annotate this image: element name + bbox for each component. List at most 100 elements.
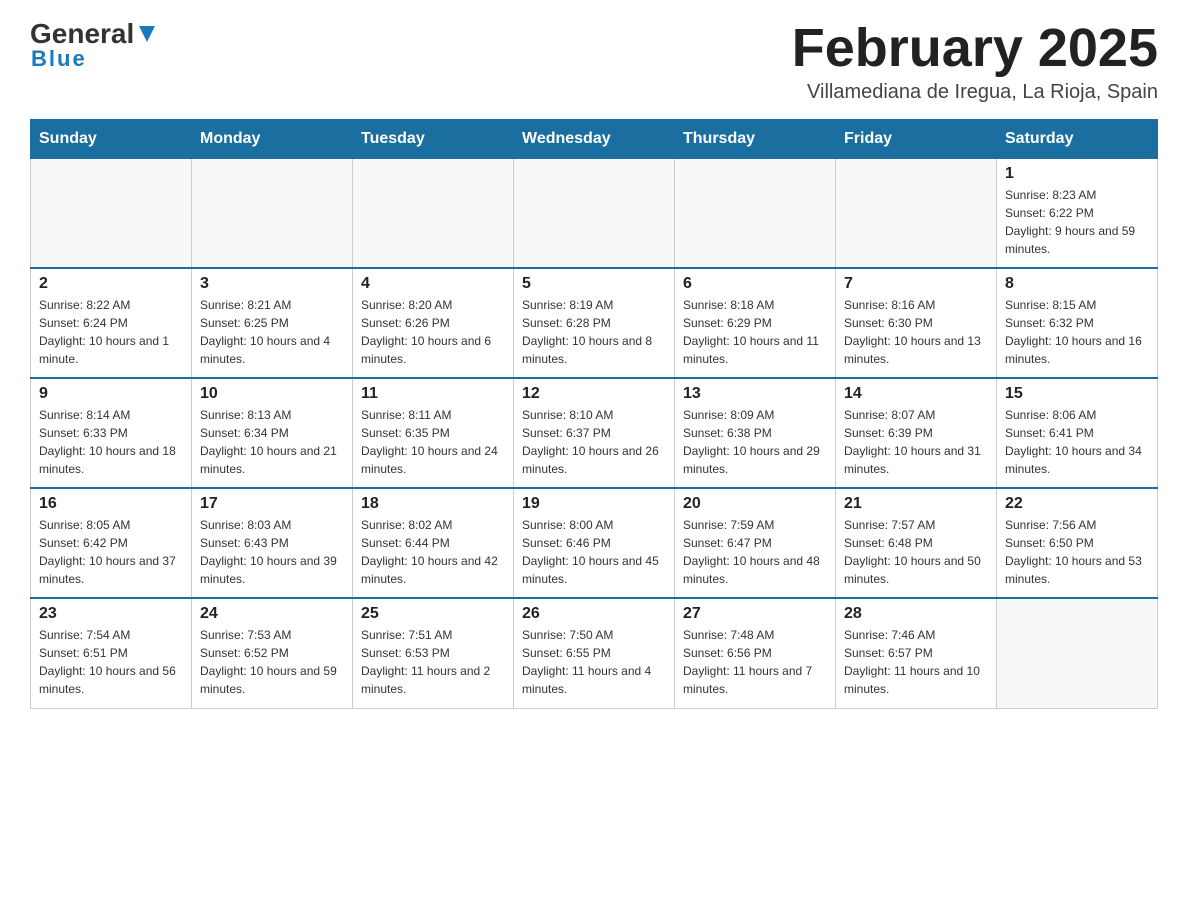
day-info: Sunrise: 7:54 AM Sunset: 6:51 PM Dayligh… bbox=[39, 626, 183, 698]
generalblue-logo: General Blue bbox=[30, 20, 157, 70]
page-top-header: General Blue February 2025 Villamediana … bbox=[30, 20, 1158, 104]
table-row bbox=[997, 598, 1158, 708]
day-info: Sunrise: 7:57 AM Sunset: 6:48 PM Dayligh… bbox=[844, 516, 988, 588]
day-info: Sunrise: 8:05 AM Sunset: 6:42 PM Dayligh… bbox=[39, 516, 183, 588]
calendar-week-row: 1 Sunrise: 8:23 AM Sunset: 6:22 PM Daylig… bbox=[31, 158, 1158, 268]
table-row bbox=[836, 158, 997, 268]
day-number: 11 bbox=[361, 385, 505, 403]
day-number: 2 bbox=[39, 275, 183, 293]
day-number: 14 bbox=[844, 385, 988, 403]
col-wednesday: Wednesday bbox=[514, 119, 675, 158]
table-row: 8 Sunrise: 8:15 AM Sunset: 6:32 PM Daylig… bbox=[997, 268, 1158, 378]
day-info: Sunrise: 8:13 AM Sunset: 6:34 PM Dayligh… bbox=[200, 406, 344, 478]
day-number: 24 bbox=[200, 605, 344, 623]
table-row: 18Sunrise: 8:02 AM Sunset: 6:44 PM Dayli… bbox=[353, 488, 514, 598]
day-number: 26 bbox=[522, 605, 666, 623]
day-info: Sunrise: 8:06 AM Sunset: 6:41 PM Dayligh… bbox=[1005, 406, 1149, 478]
day-number: 23 bbox=[39, 605, 183, 623]
logo-chevron-icon bbox=[137, 24, 157, 44]
col-sunday: Sunday bbox=[31, 119, 192, 158]
day-info: Sunrise: 7:50 AM Sunset: 6:55 PM Dayligh… bbox=[522, 626, 666, 698]
table-row bbox=[675, 158, 836, 268]
table-row: 27Sunrise: 7:48 AM Sunset: 6:56 PM Dayli… bbox=[675, 598, 836, 708]
table-row: 1 Sunrise: 8:23 AM Sunset: 6:22 PM Daylig… bbox=[997, 158, 1158, 268]
table-row: 24 Sunrise: 7:53 AM Sunset: 6:52 PM Dayli… bbox=[192, 598, 353, 708]
day-info: Sunrise: 8:03 AM Sunset: 6:43 PM Dayligh… bbox=[200, 516, 344, 588]
day-info: Sunrise: 8:19 AM Sunset: 6:28 PM Dayligh… bbox=[522, 296, 666, 368]
day-number: 6 bbox=[683, 275, 827, 293]
day-info: Sunrise: 8:21 AM Sunset: 6:25 PM Dayligh… bbox=[200, 296, 344, 368]
day-number: 7 bbox=[844, 275, 988, 293]
day-number: 21 bbox=[844, 495, 988, 513]
table-row: 15 Sunrise: 8:06 AM Sunset: 6:41 PM Dayli… bbox=[997, 378, 1158, 488]
table-row: 9 Sunrise: 8:14 AM Sunset: 6:33 PM Daylig… bbox=[31, 378, 192, 488]
table-row: 11 Sunrise: 8:11 AM Sunset: 6:35 PM Dayli… bbox=[353, 378, 514, 488]
table-row: 22 Sunrise: 7:56 AM Sunset: 6:50 PM Dayli… bbox=[997, 488, 1158, 598]
table-row: 4Sunrise: 8:20 AM Sunset: 6:26 PM Daylig… bbox=[353, 268, 514, 378]
day-info: Sunrise: 8:15 AM Sunset: 6:32 PM Dayligh… bbox=[1005, 296, 1149, 368]
calendar-title-area: February 2025 Villamediana de Iregua, La… bbox=[792, 20, 1158, 104]
day-number: 17 bbox=[200, 495, 344, 513]
table-row: 20Sunrise: 7:59 AM Sunset: 6:47 PM Dayli… bbox=[675, 488, 836, 598]
table-row: 2Sunrise: 8:22 AM Sunset: 6:24 PM Daylig… bbox=[31, 268, 192, 378]
day-info: Sunrise: 8:07 AM Sunset: 6:39 PM Dayligh… bbox=[844, 406, 988, 478]
calendar-week-row: 16 Sunrise: 8:05 AM Sunset: 6:42 PM Dayli… bbox=[31, 488, 1158, 598]
col-monday: Monday bbox=[192, 119, 353, 158]
calendar-location: Villamediana de Iregua, La Rioja, Spain bbox=[792, 81, 1158, 104]
day-number: 10 bbox=[200, 385, 344, 403]
day-info: Sunrise: 7:53 AM Sunset: 6:52 PM Dayligh… bbox=[200, 626, 344, 698]
calendar-week-row: 9 Sunrise: 8:14 AM Sunset: 6:33 PM Daylig… bbox=[31, 378, 1158, 488]
col-tuesday: Tuesday bbox=[353, 119, 514, 158]
day-info: Sunrise: 8:23 AM Sunset: 6:22 PM Dayligh… bbox=[1005, 186, 1149, 258]
day-number: 15 bbox=[1005, 385, 1149, 403]
table-row bbox=[31, 158, 192, 268]
day-number: 9 bbox=[39, 385, 183, 403]
table-row: 23 Sunrise: 7:54 AM Sunset: 6:51 PM Dayli… bbox=[31, 598, 192, 708]
table-row: 25Sunrise: 7:51 AM Sunset: 6:53 PM Dayli… bbox=[353, 598, 514, 708]
day-info: Sunrise: 8:20 AM Sunset: 6:26 PM Dayligh… bbox=[361, 296, 505, 368]
table-row: 19 Sunrise: 8:00 AM Sunset: 6:46 PM Dayli… bbox=[514, 488, 675, 598]
day-info: Sunrise: 8:10 AM Sunset: 6:37 PM Dayligh… bbox=[522, 406, 666, 478]
day-info: Sunrise: 7:46 AM Sunset: 6:57 PM Dayligh… bbox=[844, 626, 988, 698]
day-number: 13 bbox=[683, 385, 827, 403]
day-info: Sunrise: 8:00 AM Sunset: 6:46 PM Dayligh… bbox=[522, 516, 666, 588]
day-info: Sunrise: 7:56 AM Sunset: 6:50 PM Dayligh… bbox=[1005, 516, 1149, 588]
day-number: 18 bbox=[361, 495, 505, 513]
day-info: Sunrise: 7:59 AM Sunset: 6:47 PM Dayligh… bbox=[683, 516, 827, 588]
col-saturday: Saturday bbox=[997, 119, 1158, 158]
calendar-month-year: February 2025 bbox=[792, 20, 1158, 77]
day-number: 19 bbox=[522, 495, 666, 513]
col-thursday: Thursday bbox=[675, 119, 836, 158]
table-row: 5Sunrise: 8:19 AM Sunset: 6:28 PM Daylig… bbox=[514, 268, 675, 378]
table-row: 7 Sunrise: 8:16 AM Sunset: 6:30 PM Daylig… bbox=[836, 268, 997, 378]
day-info: Sunrise: 8:16 AM Sunset: 6:30 PM Dayligh… bbox=[844, 296, 988, 368]
calendar-week-row: 23 Sunrise: 7:54 AM Sunset: 6:51 PM Dayli… bbox=[31, 598, 1158, 708]
calendar-table: Sunday Monday Tuesday Wednesday Thursday… bbox=[30, 119, 1158, 709]
table-row: 12Sunrise: 8:10 AM Sunset: 6:37 PM Dayli… bbox=[514, 378, 675, 488]
calendar-week-row: 2Sunrise: 8:22 AM Sunset: 6:24 PM Daylig… bbox=[31, 268, 1158, 378]
table-row: 14 Sunrise: 8:07 AM Sunset: 6:39 PM Dayli… bbox=[836, 378, 997, 488]
table-row bbox=[514, 158, 675, 268]
day-number: 25 bbox=[361, 605, 505, 623]
table-row: 21 Sunrise: 7:57 AM Sunset: 6:48 PM Dayli… bbox=[836, 488, 997, 598]
day-info: Sunrise: 7:48 AM Sunset: 6:56 PM Dayligh… bbox=[683, 626, 827, 698]
table-row: 6 Sunrise: 8:18 AM Sunset: 6:29 PM Daylig… bbox=[675, 268, 836, 378]
logo-general-line: General bbox=[30, 20, 157, 48]
day-number: 8 bbox=[1005, 275, 1149, 293]
day-number: 28 bbox=[844, 605, 988, 623]
day-info: Sunrise: 8:18 AM Sunset: 6:29 PM Dayligh… bbox=[683, 296, 827, 368]
day-info: Sunrise: 8:09 AM Sunset: 6:38 PM Dayligh… bbox=[683, 406, 827, 478]
day-number: 22 bbox=[1005, 495, 1149, 513]
logo-text-blue: Blue bbox=[31, 48, 157, 70]
calendar-header-row: Sunday Monday Tuesday Wednesday Thursday… bbox=[31, 119, 1158, 158]
col-friday: Friday bbox=[836, 119, 997, 158]
table-row bbox=[353, 158, 514, 268]
day-info: Sunrise: 8:11 AM Sunset: 6:35 PM Dayligh… bbox=[361, 406, 505, 478]
logo-text-general: General bbox=[30, 20, 134, 48]
day-number: 16 bbox=[39, 495, 183, 513]
day-info: Sunrise: 8:14 AM Sunset: 6:33 PM Dayligh… bbox=[39, 406, 183, 478]
day-number: 3 bbox=[200, 275, 344, 293]
table-row: 3 Sunrise: 8:21 AM Sunset: 6:25 PM Daylig… bbox=[192, 268, 353, 378]
table-row: 28 Sunrise: 7:46 AM Sunset: 6:57 PM Dayli… bbox=[836, 598, 997, 708]
day-number: 1 bbox=[1005, 165, 1149, 183]
